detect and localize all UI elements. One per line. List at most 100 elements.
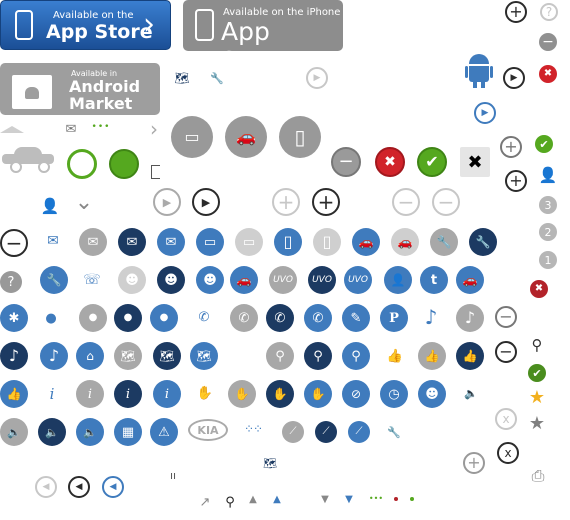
hand-button-blue[interactable]: ✋ <box>304 380 332 408</box>
no-cell-button[interactable]: ⊘ <box>342 380 370 408</box>
thumbs-up-button-dark[interactable]: 👍 <box>456 342 484 370</box>
close-button[interactable]: ✖ <box>375 147 405 177</box>
search-button-dark[interactable]: ⚲ <box>304 342 332 370</box>
minus-button[interactable]: − <box>495 306 517 328</box>
empty-green-circle[interactable] <box>67 149 97 179</box>
pin-button-grey[interactable]: ● <box>79 304 107 332</box>
minus-button[interactable]: − <box>539 33 557 51</box>
info-button-grey[interactable]: i <box>76 380 104 408</box>
plus-button[interactable]: + <box>505 170 527 192</box>
map-button-dark[interactable]: 🗺 <box>153 342 181 370</box>
check-button[interactable]: ✔ <box>528 364 546 382</box>
settings-button[interactable]: ✱ <box>0 304 28 332</box>
warning-button[interactable]: ⚠ <box>150 418 178 446</box>
plus-button[interactable]: + <box>463 452 485 474</box>
voice-button-blue[interactable]: ☻ <box>418 380 446 408</box>
map-button-blue[interactable]: 🗺 <box>190 342 218 370</box>
speaker-button-blue[interactable]: 🔈 <box>76 418 104 446</box>
help-button[interactable]: ? <box>540 3 558 21</box>
pin-button-blue[interactable]: ● <box>150 304 178 332</box>
minus-button[interactable]: − <box>0 229 28 257</box>
car-button[interactable]: 🚗 <box>230 266 258 294</box>
filled-green-circle[interactable] <box>109 149 139 179</box>
plus-button[interactable]: + <box>505 1 527 23</box>
twitter-button[interactable]: t <box>420 266 448 294</box>
laptop-button-light[interactable]: ▭ <box>235 228 263 256</box>
voice-button-blue[interactable]: ☻ <box>196 266 224 294</box>
laptop-wifi-icon[interactable]: ▭ <box>171 116 213 158</box>
pencil-button[interactable]: ✎ <box>342 304 370 332</box>
uvo-button-dark[interactable]: UVO <box>308 266 336 294</box>
close-button-square[interactable]: ✖ <box>460 147 490 177</box>
back-button[interactable]: ◀ <box>68 476 90 498</box>
check-button[interactable]: ✔ <box>417 147 447 177</box>
voice-button-light[interactable]: ☻ <box>118 266 146 294</box>
speaker-button-grey[interactable]: 🔈 <box>0 418 28 446</box>
android-market-badge[interactable]: Available in Android Market <box>0 63 160 115</box>
printer-icon[interactable]: ⎙ <box>528 466 548 486</box>
help-button[interactable]: ? <box>0 271 22 293</box>
music-button-dark[interactable]: ♪ <box>0 342 28 370</box>
plus-button[interactable]: + <box>312 188 340 216</box>
info-button-dark[interactable]: i <box>114 380 142 408</box>
parking-button[interactable]: P <box>380 304 408 332</box>
phone-button[interactable]: ▯ <box>274 228 302 256</box>
calendar-button[interactable]: ▦ <box>114 418 142 446</box>
play-button[interactable]: ▶ <box>192 188 220 216</box>
map-pin-button[interactable]: ⌂ <box>76 342 104 370</box>
minus-button[interactable]: − <box>495 341 517 363</box>
mail-button-grey[interactable]: ✉ <box>79 228 107 256</box>
music-button-blue[interactable]: ♪ <box>40 342 68 370</box>
laptop-button[interactable]: ▭ <box>196 228 224 256</box>
car-button[interactable]: 🚗 <box>352 228 380 256</box>
speaker-button-dark[interactable]: 🔈 <box>38 418 66 446</box>
smartphone-icon[interactable]: ▯ <box>279 116 321 158</box>
wrench-button[interactable]: 🔧 <box>40 266 68 294</box>
phone-button-light[interactable]: ▯ <box>313 228 341 256</box>
share-icon[interactable]: ↗ <box>196 494 214 510</box>
uvo-button-grey[interactable]: UVO <box>269 266 297 294</box>
play-button[interactable]: ▶ <box>306 67 328 89</box>
phone-button-dark[interactable]: ✆ <box>266 304 294 332</box>
app-store-badge-blue[interactable]: Available on the App Store › <box>0 0 171 50</box>
thumbs-up-button-blue[interactable]: 👍 <box>0 380 28 408</box>
play-button[interactable]: ▶ <box>153 188 181 216</box>
info-button-blue[interactable]: i <box>153 380 181 408</box>
clock-button[interactable]: ◷ <box>380 380 408 408</box>
music-button-grey[interactable]: ♪ <box>456 304 484 332</box>
back-button-blue[interactable]: ◀ <box>102 476 124 498</box>
close-small-button[interactable]: x <box>495 408 517 430</box>
app-store-badge-grey[interactable]: Available on the iPhone App Store <box>183 0 343 75</box>
mail-button-dark[interactable]: ✉ <box>118 228 146 256</box>
minus-button[interactable]: − <box>432 188 460 216</box>
uvo-button-blue[interactable]: UVO <box>344 266 372 294</box>
minus-button[interactable]: − <box>331 147 361 177</box>
pin-button-dark[interactable]: ● <box>114 304 142 332</box>
close-small-button[interactable]: x <box>497 442 519 464</box>
mail-button-blue[interactable]: ✉ <box>157 228 185 256</box>
plus-button[interactable]: + <box>500 136 522 158</box>
map-button-grey[interactable]: 🗺 <box>114 342 142 370</box>
signal-button-dark[interactable]: ⟋ <box>315 421 337 443</box>
close-button[interactable]: ✖ <box>539 65 557 83</box>
wrench-button-grey[interactable]: 🔧 <box>430 228 458 256</box>
phone-button-grey[interactable]: ✆ <box>230 304 258 332</box>
search-button-grey[interactable]: ⚲ <box>266 342 294 370</box>
play-button[interactable]: ▶ <box>503 67 525 89</box>
search-button-blue[interactable]: ⚲ <box>342 342 370 370</box>
back-button[interactable]: ◀ <box>35 476 57 498</box>
hand-button-dark[interactable]: ✋ <box>266 380 294 408</box>
car-button[interactable]: 🚗 <box>456 266 484 294</box>
user-button[interactable]: 👤 <box>384 266 412 294</box>
check-button[interactable]: ✔ <box>535 135 553 153</box>
thumbs-up-button-grey[interactable]: 👍 <box>418 342 446 370</box>
play-button-blue[interactable]: ▶ <box>474 102 496 124</box>
close-button[interactable]: ✖ <box>530 280 548 298</box>
signal-button-grey[interactable]: ⟋ <box>282 421 304 443</box>
minus-button[interactable]: − <box>392 188 420 216</box>
signal-button-blue[interactable]: ⟋ <box>348 421 370 443</box>
car-button-light[interactable]: 🚗 <box>391 228 419 256</box>
phone-button-blue[interactable]: ✆ <box>304 304 332 332</box>
car-service-icon[interactable]: 🚗 <box>225 116 267 158</box>
plus-button[interactable]: + <box>272 188 300 216</box>
